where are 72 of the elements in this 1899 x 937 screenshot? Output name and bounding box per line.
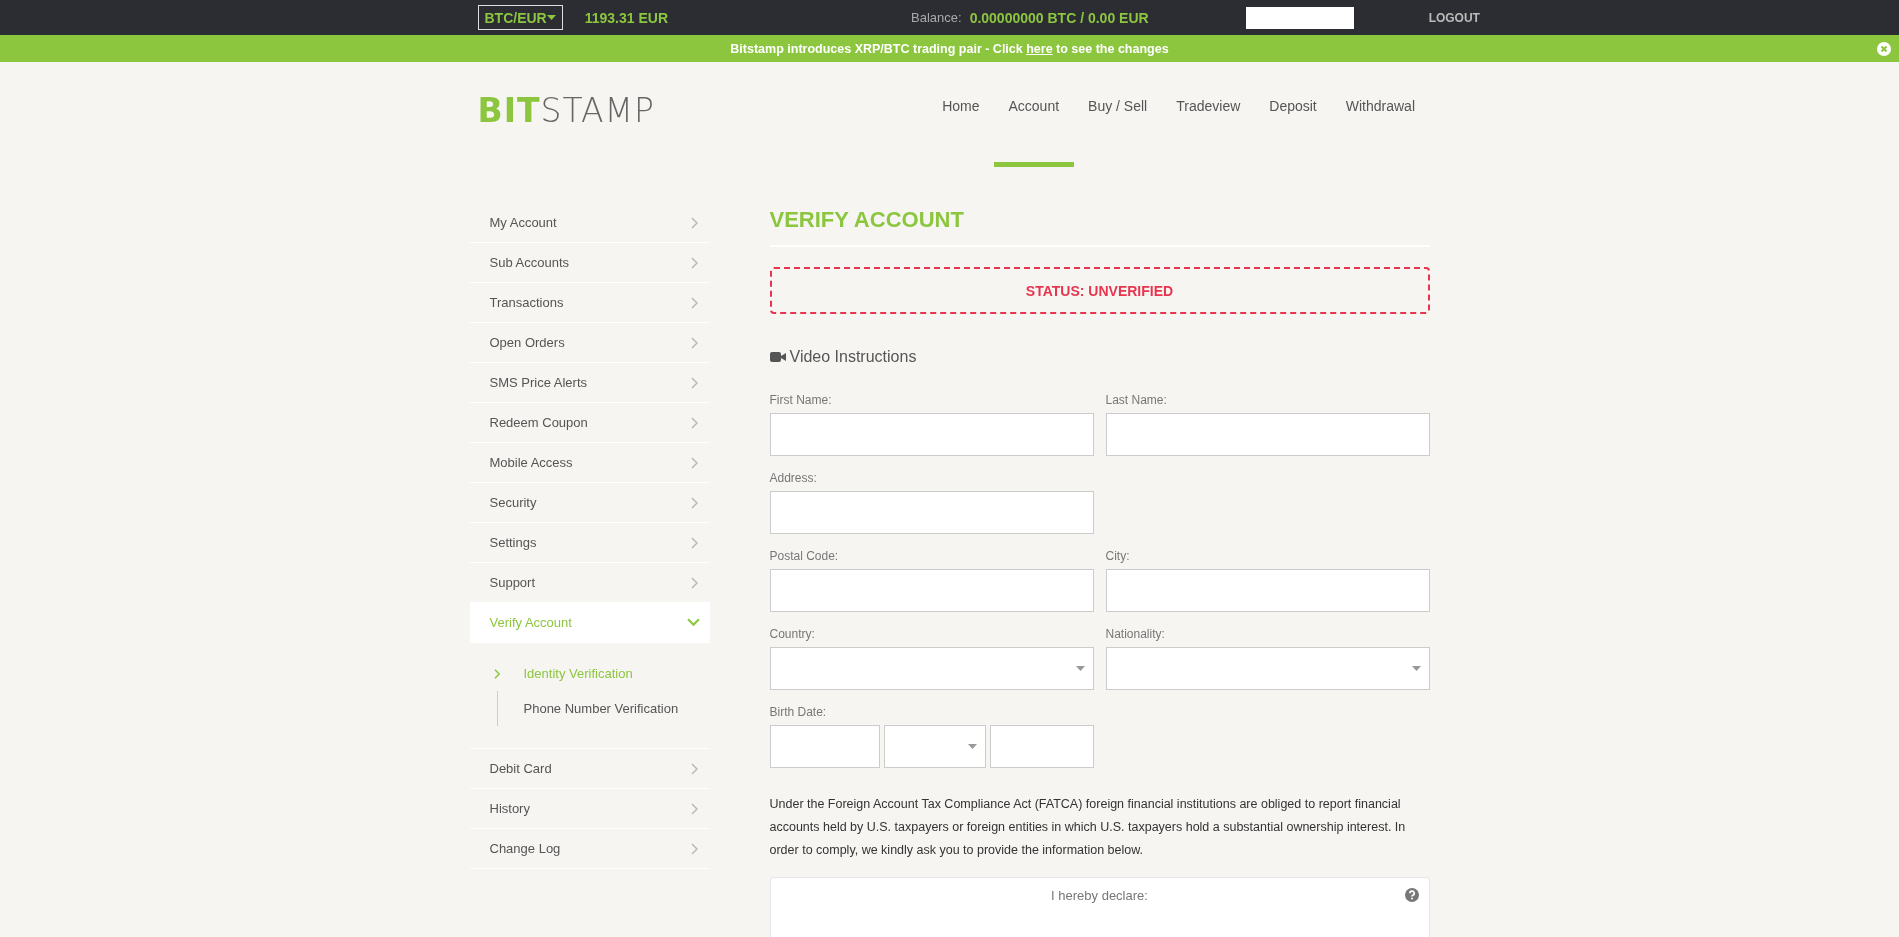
- select-field[interactable]: [769, 647, 1094, 690]
- status-notice: STATUS: UNVERIFIED: [769, 267, 1430, 314]
- close-icon[interactable]: [1877, 42, 1891, 56]
- text-input[interactable]: [769, 413, 1094, 456]
- chevron-right-icon: [689, 536, 700, 549]
- submenu-item[interactable]: Phone Number Verification: [493, 691, 710, 726]
- sidebar-item[interactable]: Mobile Access: [469, 443, 710, 483]
- caret-icon: [1075, 666, 1085, 671]
- sidebar-item[interactable]: SMS Price Alerts: [469, 363, 710, 403]
- field-label: Last Name:: [1105, 393, 1168, 407]
- balance-value: 0.00000000 BTC / 0.00 EUR: [969, 9, 1149, 26]
- text-input[interactable]: [989, 725, 1094, 768]
- logo[interactable]: BITSTAMP: [477, 91, 655, 130]
- chevron-right-icon: [689, 762, 700, 775]
- help-icon[interactable]: [1404, 888, 1419, 902]
- text-input[interactable]: [769, 569, 1094, 612]
- caret-icon: [967, 744, 977, 749]
- page-title: VERIFY ACCOUNT: [769, 203, 1430, 247]
- select-field[interactable]: [883, 725, 986, 768]
- chevron-right-icon: [689, 376, 700, 389]
- sidebar-item[interactable]: Settings: [469, 523, 710, 563]
- field-label: City:: [1105, 549, 1131, 563]
- field-label: First Name:: [769, 393, 833, 407]
- balance-label: Balance:: [911, 10, 962, 25]
- caret-icon: [546, 15, 556, 20]
- nav-link[interactable]: Home: [927, 62, 994, 167]
- caret-icon: [1411, 666, 1421, 671]
- sidebar-item[interactable]: Change Log: [469, 829, 710, 869]
- nav-link[interactable]: Deposit: [1254, 62, 1332, 167]
- text-input[interactable]: [769, 491, 1094, 534]
- chevron-right-icon: [689, 216, 700, 229]
- nav-link[interactable]: Withdrawal: [1331, 62, 1430, 167]
- nav-link[interactable]: Tradeview: [1161, 62, 1255, 167]
- sidebar-item[interactable]: Redeem Coupon: [469, 403, 710, 443]
- nav-link[interactable]: Account: [994, 62, 1074, 167]
- field-label: Country:: [769, 627, 816, 641]
- sidebar-item[interactable]: History: [469, 789, 710, 829]
- field-label: Postal Code:: [769, 549, 840, 563]
- chevron-right-icon: [689, 456, 700, 469]
- chevron-right-icon: [689, 576, 700, 589]
- price-text: 1193.31 EUR: [584, 9, 669, 26]
- video-camera-icon: [769, 351, 786, 363]
- select-field[interactable]: [1105, 647, 1430, 690]
- video-instructions-link[interactable]: Video Instructions: [769, 348, 917, 366]
- nav-link[interactable]: Buy / Sell: [1073, 62, 1162, 167]
- text-input[interactable]: [769, 725, 880, 768]
- chevron-right-icon: [689, 802, 700, 815]
- chevron-right-icon: [689, 256, 700, 269]
- chevron-right-icon: [689, 496, 700, 509]
- sidebar-item[interactable]: Open Orders: [469, 323, 710, 363]
- sidebar-item[interactable]: Security: [469, 483, 710, 523]
- chevron-right-icon: [493, 668, 501, 679]
- chevron-right-icon: [689, 416, 700, 429]
- field-label: Birth Date:: [769, 705, 828, 719]
- chevron-right-icon: [689, 842, 700, 855]
- logout-link[interactable]: LOGOUT: [1428, 10, 1480, 25]
- sidebar-item[interactable]: Transactions: [469, 283, 710, 323]
- chevron-right-icon: [689, 296, 700, 309]
- input-field[interactable]: [1245, 6, 1354, 29]
- field-label: Address:: [769, 471, 818, 485]
- chevron-right-icon: [689, 336, 700, 349]
- text-input[interactable]: [1105, 569, 1430, 612]
- sidebar-item[interactable]: Debit Card: [469, 749, 710, 789]
- chevron-down-icon: [686, 618, 700, 627]
- pair-select[interactable]: BTC/EUR: [477, 5, 563, 30]
- sidebar-item[interactable]: Sub Accounts: [469, 243, 710, 283]
- announcement-text: Bitstamp introduces XRP/BTC trading pair - Click here to see the changes: [730, 41, 1169, 56]
- fatca-paragraph: Under the Foreign Account Tax Compliance Act (FATCA) foreign financial institutions are obliged to report financial accounts held by U.S. taxpayers or foreign entities in which U.S. taxpayers hold a substantial ownership interest. In order to comply, we kindly ask you to provide the information below.: [769, 796, 1407, 859]
- text-input[interactable]: [1105, 413, 1430, 456]
- sidebar-item[interactable]: My Account: [469, 203, 710, 243]
- declaration-title: I hereby declare:: [1051, 888, 1148, 905]
- field-label: Nationality:: [1105, 627, 1166, 641]
